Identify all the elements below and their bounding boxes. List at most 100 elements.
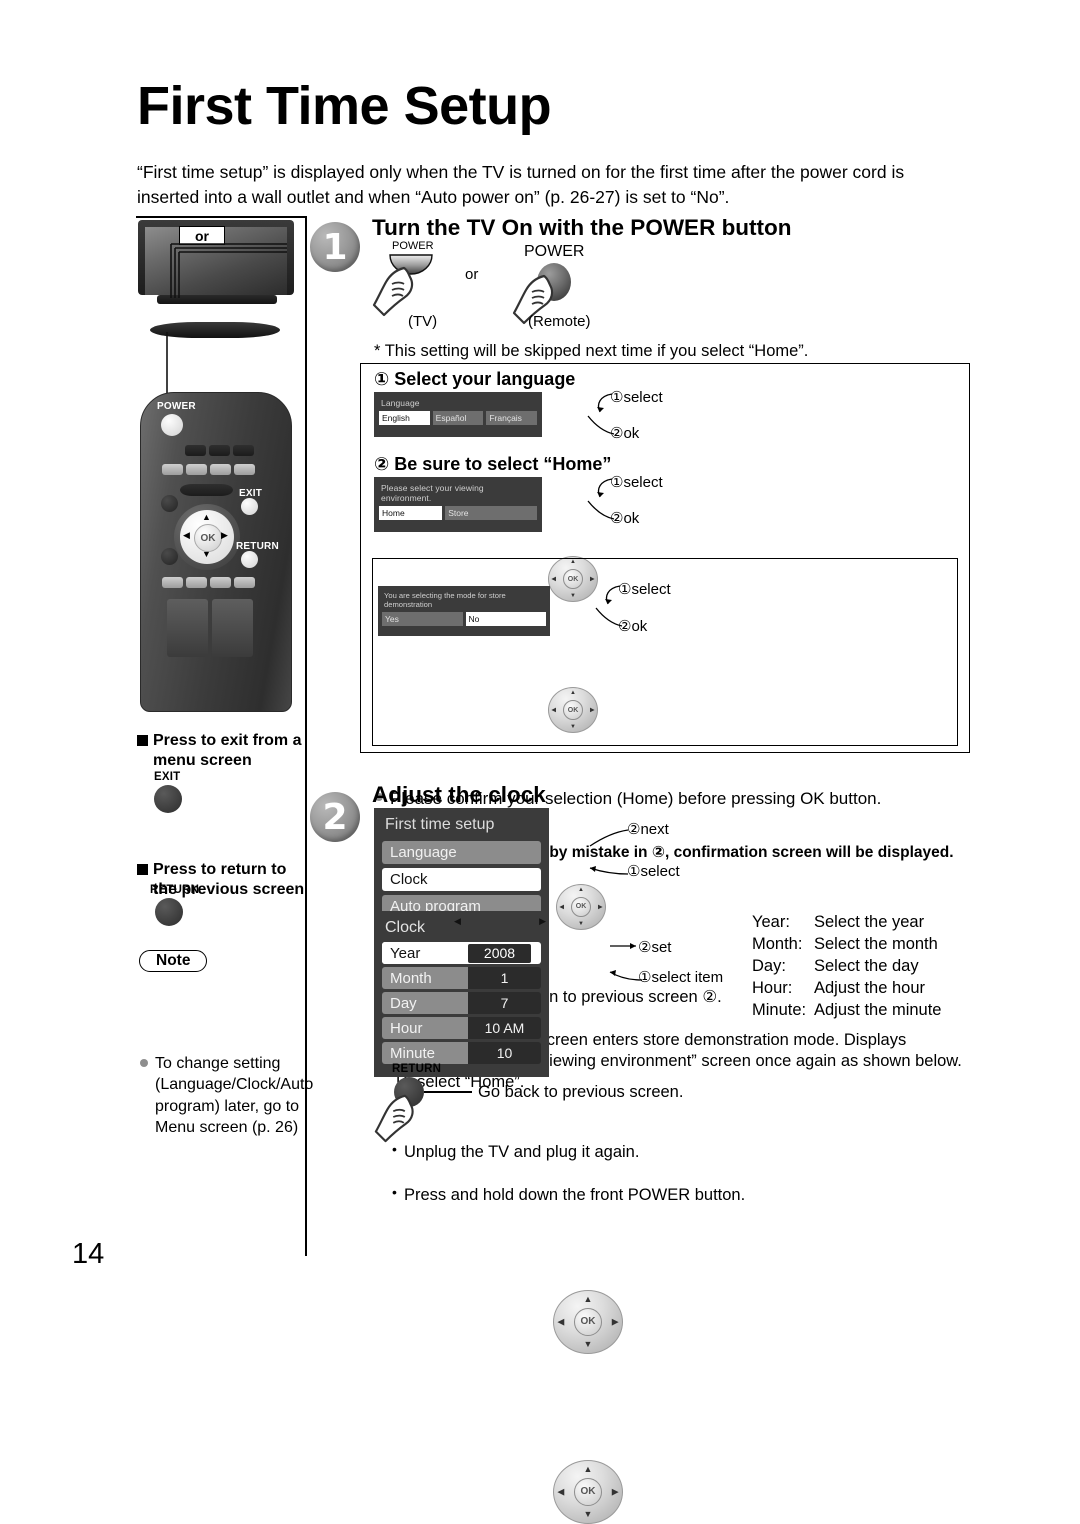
store-callout-ok: ②ok: [618, 618, 648, 635]
step1-remote-caption: (Remote): [528, 313, 591, 330]
clock-panel: Clock Year 2008 ◀ ▶ Month 1 Day 7 Hour 1…: [374, 911, 549, 1077]
remote-button-row2-2[interactable]: [186, 464, 207, 475]
cursor-pad-store[interactable]: OK ▲ ▼ ◀ ▶: [556, 883, 606, 930]
cursor-pad-menu[interactable]: OK ▲ ▼ ◀ ▶: [553, 1289, 623, 1354]
clock-value-day[interactable]: 7: [468, 992, 541, 1014]
clock-desc-row-hour: Hour: Adjust the hour: [752, 977, 942, 999]
intro-paragraph: “First time setup” is displayed only whe…: [137, 162, 905, 208]
clock-callout-set: ②set: [638, 939, 672, 956]
remote-large-button-left[interactable]: [167, 599, 208, 657]
store-demo-osd-panel: You are selecting the mode for store dem…: [378, 586, 550, 636]
substep-2-heading: ② Be sure to select “Home”: [374, 454, 611, 475]
remote-curved-button[interactable]: [180, 484, 233, 496]
tv-illustration: or: [137, 220, 297, 320]
step-1-heading: Turn the TV On with the POWER button: [372, 215, 792, 240]
store-demo-osd-caption: You are selecting the mode for store dem…: [384, 591, 506, 609]
cursor-pad-ok-store[interactable]: OK: [571, 896, 591, 917]
tv-lead-lines: [137, 220, 297, 320]
viewing-env-option-home[interactable]: Home: [379, 506, 443, 520]
remote-left-upper-button[interactable]: [161, 495, 178, 512]
return-button-graphic[interactable]: [155, 898, 183, 926]
clock-row-year[interactable]: Year 2008 ◀ ▶: [382, 916, 546, 964]
cursor-pad-clock[interactable]: OK ▲ ▼ ◀ ▶: [553, 1459, 623, 1524]
remote-button-row3-2[interactable]: [186, 577, 207, 588]
clock-desc-term-month: Month:: [752, 935, 803, 954]
step1-remote-power-label: POWER: [524, 243, 585, 260]
store-demo-option-no[interactable]: No: [465, 612, 546, 626]
clock-row-day[interactable]: Day 7: [382, 992, 541, 1014]
clock-row-month[interactable]: Month 1: [382, 967, 541, 989]
language-option-english[interactable]: English: [379, 411, 430, 425]
cursor-pad-up-icon-clock: ▲: [583, 1463, 593, 1474]
clock-row-minute[interactable]: Minute 10: [382, 1042, 541, 1064]
menu-callout-next: ②next: [627, 821, 669, 838]
remote-return-button[interactable]: [241, 551, 258, 568]
remote-button-row1-3[interactable]: [233, 445, 254, 456]
viewing-env-option-store[interactable]: Store: [445, 506, 537, 520]
language-osd-panel: Language English Español Français: [374, 392, 542, 437]
remote-button-row3-3[interactable]: [210, 577, 231, 588]
cursor-pad-ok-menu[interactable]: OK: [574, 1307, 602, 1336]
clock-value-month[interactable]: 1: [468, 967, 541, 989]
store-demo-option-yes[interactable]: Yes: [382, 612, 463, 626]
cursor-pad-down-icon-store: ▼: [578, 920, 584, 927]
tv-stand: [150, 322, 280, 338]
remote-exit-button[interactable]: [241, 498, 258, 515]
remote-button-row2-3[interactable]: [210, 464, 231, 475]
substep-2-marker: ②: [374, 454, 390, 474]
clock-value-hour[interactable]: 10 AM: [468, 1017, 541, 1039]
remote-left-lower-button[interactable]: [161, 548, 178, 565]
clock-desc-text-year: Select the year: [814, 913, 925, 931]
substep-2-title: Be sure to select “Home”: [394, 454, 612, 474]
cursor-pad-right-icon-clock: ▶: [611, 1486, 619, 1497]
remote-dpad-up-icon: ▲: [202, 512, 211, 522]
store-callout-select: ①select: [618, 581, 671, 598]
clock-desc-term-minute: Minute:: [752, 1001, 807, 1020]
page-title: First Time Setup: [137, 76, 552, 136]
remote-button-row1-1[interactable]: [185, 445, 206, 456]
remote-dpad-left-icon: ◀: [183, 530, 190, 540]
step2-hand-return-icon: [372, 1090, 428, 1146]
clock-label-month: Month: [382, 967, 468, 989]
store-subbullet-1: Unplug the TV and plug it again.: [392, 1140, 944, 1164]
cursor-pad-right-icon-menu: ▶: [611, 1316, 619, 1327]
manual-page: First Time Setup “First time setup” is d…: [0, 0, 1080, 1524]
cursor-pad-right-icon-store: ▶: [597, 904, 603, 911]
remote-power-button[interactable]: [161, 414, 183, 436]
clock-value-minute[interactable]: 10: [468, 1042, 541, 1064]
remote-button-row1-2[interactable]: [209, 445, 230, 456]
exit-button-graphic[interactable]: [154, 785, 182, 813]
clock-label-minute: Minute: [382, 1042, 468, 1064]
left-column-top-rule: [136, 216, 306, 218]
cursor-pad-down-icon-menu: ▼: [583, 1339, 593, 1350]
menu-item-language[interactable]: Language: [382, 841, 541, 864]
remote-button-row2-1[interactable]: [162, 464, 183, 475]
language-option-espanol[interactable]: Español: [432, 411, 484, 425]
menu-item-clock[interactable]: Clock: [382, 868, 541, 891]
clock-value-year[interactable]: 2008: [468, 943, 531, 963]
clock-row-hour[interactable]: Hour 10 AM: [382, 1017, 541, 1039]
clock-desc-term-day: Day:: [752, 957, 786, 976]
remote-ok-button[interactable]: OK: [194, 524, 222, 552]
cursor-pad-left-icon-store: ◀: [559, 904, 565, 911]
remote-large-button-right[interactable]: [212, 599, 253, 657]
remote-power-label: POWER: [157, 401, 196, 412]
remote-return-label: RETURN: [236, 541, 279, 552]
remote-button-row3-4[interactable]: [234, 577, 255, 588]
remote-button-row3-1[interactable]: [162, 577, 183, 588]
home-osd-caption: Please select your viewing environment.: [381, 483, 484, 503]
cursor-pad-left-icon-clock: ◀: [557, 1486, 565, 1497]
clock-desc-text-minute: Adjust the minute: [814, 1001, 942, 1020]
substep-1-marker: ①: [374, 369, 390, 389]
clock-desc-row-minute: Minute: Adjust the minute: [752, 999, 942, 1021]
cursor-pad-left-icon-menu: ◀: [557, 1316, 565, 1327]
first-time-setup-menu-title: First time setup: [385, 816, 495, 833]
step1-tv-power-label: POWER: [392, 240, 434, 252]
cursor-pad-down-icon-clock: ▼: [583, 1509, 593, 1520]
language-option-francais[interactable]: Français: [486, 411, 538, 425]
remote-button-row2-4[interactable]: [234, 464, 255, 475]
cursor-pad-ok-clock[interactable]: OK: [574, 1477, 602, 1506]
clock-desc-row-year: Year: Select the year: [752, 911, 942, 933]
clock-desc-row-day: Day: Select the day: [752, 955, 942, 977]
clock-label-day: Day: [382, 992, 468, 1014]
